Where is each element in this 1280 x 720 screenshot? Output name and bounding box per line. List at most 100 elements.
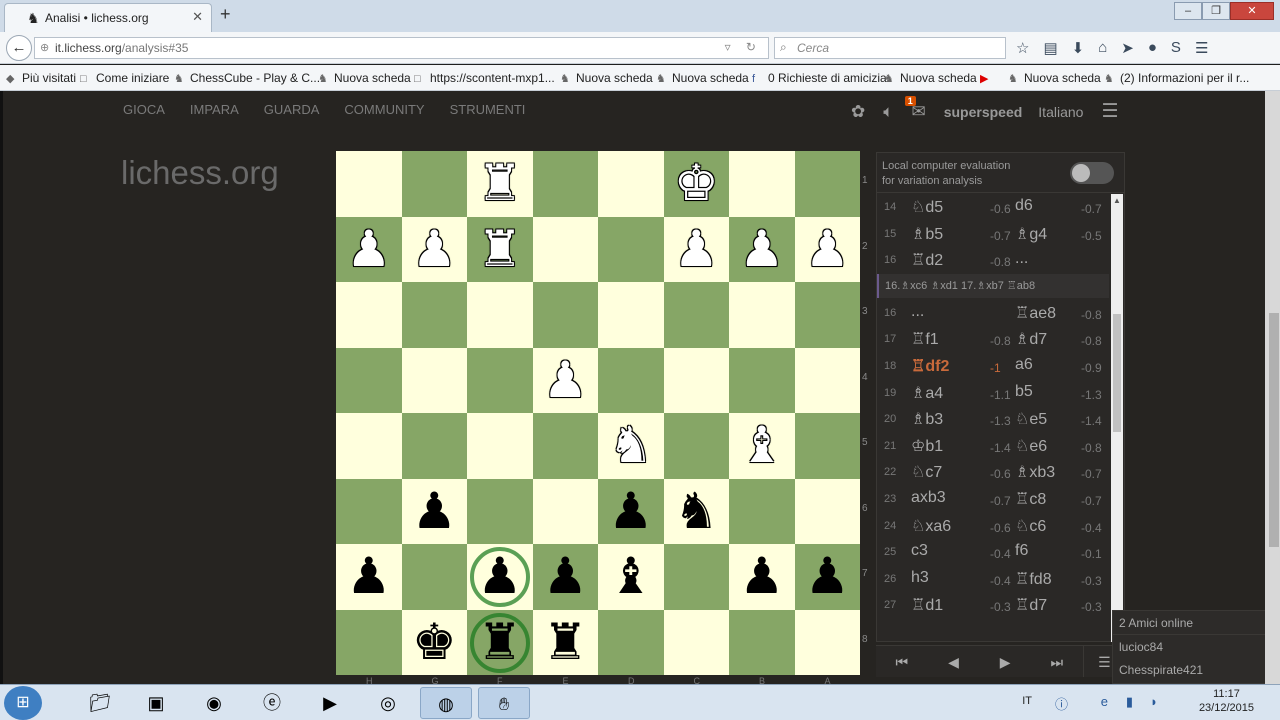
friend-user[interactable]: Chesspirate421 (1113, 658, 1280, 681)
square-a4[interactable] (794, 347, 860, 413)
square-f6[interactable] (467, 478, 533, 544)
black-move[interactable]: a6 (1015, 356, 1033, 374)
square-a1[interactable] (794, 151, 860, 217)
last-move-button[interactable]: ⏭ (1031, 646, 1083, 677)
site-logo[interactable]: lichess.org (121, 154, 279, 192)
new-tab-button[interactable]: + (220, 4, 231, 25)
black-move[interactable]: ♖c8 (1015, 489, 1046, 509)
tray-volume-icon[interactable]: ◗ (1150, 694, 1158, 709)
office-icon[interactable]: ▣ (130, 687, 182, 719)
next-move-button[interactable]: ▶ (979, 646, 1031, 677)
nav-community[interactable]: COMMUNITY (344, 102, 424, 117)
bookmark-item[interactable]: ♞ Nuova scheda (656, 71, 749, 85)
hp-icon[interactable]: ◉ (188, 687, 240, 719)
square-c3[interactable] (663, 282, 729, 348)
skype-icon[interactable]: S (1171, 39, 1181, 57)
white-move[interactable]: ♖f1 (911, 329, 939, 349)
black-move[interactable]: ♗xb3 (1015, 462, 1055, 482)
bookmark-item[interactable]: ◆ Più visitati (6, 71, 76, 85)
friend-user[interactable]: lucioc84 (1113, 635, 1280, 658)
menu-icon[interactable]: ☰ (1195, 39, 1208, 57)
variation-line[interactable]: 16.♗xc6 ♗xd1 17.♗xb7 ♖ab8 (877, 273, 1109, 298)
app-icon[interactable]: ✋︎ (478, 687, 530, 719)
white-piece-e4[interactable]: ♟ (533, 348, 599, 414)
white-piece-d5[interactable]: ♞ (598, 413, 664, 479)
black-piece-g8[interactable]: ♚ (402, 610, 468, 676)
white-move[interactable]: ♗b5 (911, 224, 943, 244)
prev-move-button[interactable]: ◀ (928, 646, 980, 677)
chessboard[interactable]: ♜ ♚ ♟ ♟ ♜ ♟ ♟ ♟ ♟ ♞ ♝ ♟ ♟ ♞ ♟ ♟ ♟ ♝ ♟ ♟ ♚ ♜ ♜ (336, 151, 860, 675)
reading-list-icon[interactable]: ▤ (1043, 39, 1057, 57)
black-piece-f8[interactable]: ♜ (467, 610, 533, 676)
nav-impara[interactable]: IMPARA (190, 102, 239, 117)
square-e3[interactable] (532, 282, 598, 348)
internet-explorer-icon[interactable]: ⓔ (246, 687, 298, 719)
square-c8[interactable] (663, 609, 729, 675)
info-icon[interactable]: ⓘ (1055, 694, 1068, 713)
square-a8[interactable] (794, 609, 860, 675)
square-a5[interactable] (794, 413, 860, 479)
black-move[interactable]: ♖fd8 (1015, 569, 1052, 589)
black-move[interactable]: ♖ae8 (1015, 303, 1056, 323)
white-piece-c2[interactable]: ♟ (664, 217, 730, 283)
square-b8[interactable] (729, 609, 795, 675)
square-h1[interactable] (336, 151, 402, 217)
black-move[interactable]: ... (1015, 250, 1028, 268)
white-piece-c1[interactable]: ♚ (664, 151, 730, 217)
black-move[interactable]: b5 (1015, 383, 1033, 401)
square-g7[interactable] (401, 544, 467, 610)
square-d8[interactable] (598, 609, 664, 675)
square-f5[interactable] (467, 413, 533, 479)
white-piece-b2[interactable]: ♟ (729, 217, 795, 283)
square-h8[interactable] (336, 609, 402, 675)
black-piece-c6[interactable]: ♞ (664, 479, 730, 545)
chat-icon[interactable]: ● (1148, 39, 1157, 57)
send-icon[interactable]: ➤ (1121, 39, 1134, 57)
square-e5[interactable] (532, 413, 598, 479)
square-h6[interactable] (336, 478, 402, 544)
square-b6[interactable] (729, 478, 795, 544)
back-button[interactable]: ← (6, 35, 32, 61)
white-move[interactable]: ♖d1 (911, 595, 943, 615)
taskbar-clock[interactable]: 11:17 23/12/2015 (1199, 687, 1254, 715)
close-window-button[interactable]: ✕ (1230, 2, 1274, 20)
white-move[interactable]: ♗b3 (911, 409, 943, 429)
black-piece-d6[interactable]: ♟ (598, 479, 664, 545)
black-move[interactable]: ♗g4 (1015, 224, 1047, 244)
bookmark-star-icon[interactable]: ☆ (1016, 39, 1029, 57)
bookmark-item[interactable]: f0 Richieste di amicizia (752, 71, 887, 85)
bookmark-item[interactable]: ♞ Nuova scheda (318, 71, 411, 85)
url-bar[interactable]: ⊕ it.lichess.org/analysis#35 ▿ ↻ (34, 37, 769, 59)
minimize-button[interactable]: ‒ (1174, 2, 1202, 20)
black-move[interactable]: ♘c6 (1015, 516, 1046, 536)
language-selector[interactable]: Italiano (1038, 104, 1083, 120)
black-piece-g6[interactable]: ♟ (402, 479, 468, 545)
black-piece-e7[interactable]: ♟ (533, 544, 599, 610)
white-move[interactable]: axb3 (911, 489, 946, 507)
square-e2[interactable] (532, 216, 598, 282)
explorer-icon[interactable]: 📁︎ (74, 687, 126, 719)
square-g4[interactable] (401, 347, 467, 413)
reload-icon[interactable]: ▿ ↻ (725, 40, 762, 54)
white-piece-a2[interactable]: ♟ (795, 217, 861, 283)
browser-tab[interactable]: ♞ Analisi • lichess.org ✕ (4, 3, 212, 32)
mail-icon[interactable]: ✉ 1 (904, 95, 926, 122)
square-e6[interactable] (532, 478, 598, 544)
square-f3[interactable] (467, 282, 533, 348)
square-d2[interactable] (598, 216, 664, 282)
tray-app-icon[interactable]: e (1101, 694, 1108, 709)
input-language[interactable]: IT (1022, 695, 1032, 707)
black-move[interactable]: ♗d7 (1015, 329, 1047, 349)
square-d4[interactable] (598, 347, 664, 413)
white-move[interactable]: ♘d5 (911, 197, 943, 217)
bookmark-item[interactable]: □ Come iniziare (80, 71, 169, 85)
white-move[interactable]: ♖d2 (911, 250, 943, 270)
black-move[interactable]: ♘e6 (1015, 436, 1047, 456)
black-piece-h7[interactable]: ♟ (336, 544, 402, 610)
black-piece-e8[interactable]: ♜ (533, 610, 599, 676)
square-c5[interactable] (663, 413, 729, 479)
white-move[interactable]: ♘c7 (911, 462, 942, 482)
white-move[interactable]: h3 (911, 569, 929, 587)
start-button[interactable]: ⊞ (4, 686, 42, 720)
white-move[interactable]: c3 (911, 542, 928, 560)
